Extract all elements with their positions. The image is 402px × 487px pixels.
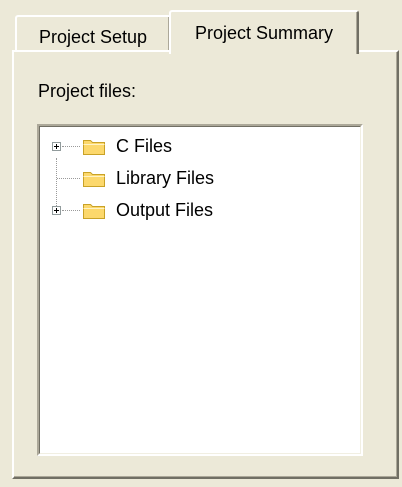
tree-node-c-files[interactable]: C Files bbox=[40, 135, 340, 163]
folder-icon bbox=[83, 204, 105, 219]
tab-project-summary-label: Project Summary bbox=[194, 23, 334, 43]
tree-connector-line bbox=[62, 146, 80, 147]
expand-plus-icon[interactable] bbox=[52, 206, 61, 215]
folder-icon bbox=[83, 172, 105, 187]
tab-project-setup[interactable]: Project Setup bbox=[15, 15, 171, 51]
project-dialog: Project Setup Project Summary Project fi… bbox=[0, 0, 402, 487]
project-files-tree[interactable]: C Files Library Files Output Files bbox=[37, 124, 363, 456]
tree-node-label: Output Files bbox=[116, 200, 214, 220]
tree-node-label: C Files bbox=[116, 136, 173, 156]
expand-plus-icon[interactable] bbox=[52, 142, 61, 151]
folder-icon bbox=[83, 140, 105, 155]
project-files-label: Project files: bbox=[38, 81, 137, 101]
tree-connector-line bbox=[57, 178, 80, 179]
tab-project-setup-label: Project Setup bbox=[38, 27, 148, 47]
tree-node-output-files[interactable]: Output Files bbox=[40, 199, 340, 227]
tree-node-label: Library Files bbox=[116, 168, 215, 188]
tab-project-summary[interactable]: Project Summary bbox=[169, 10, 359, 54]
tree-node-library-files[interactable]: Library Files bbox=[40, 167, 340, 195]
tree-connector-line bbox=[62, 210, 80, 211]
